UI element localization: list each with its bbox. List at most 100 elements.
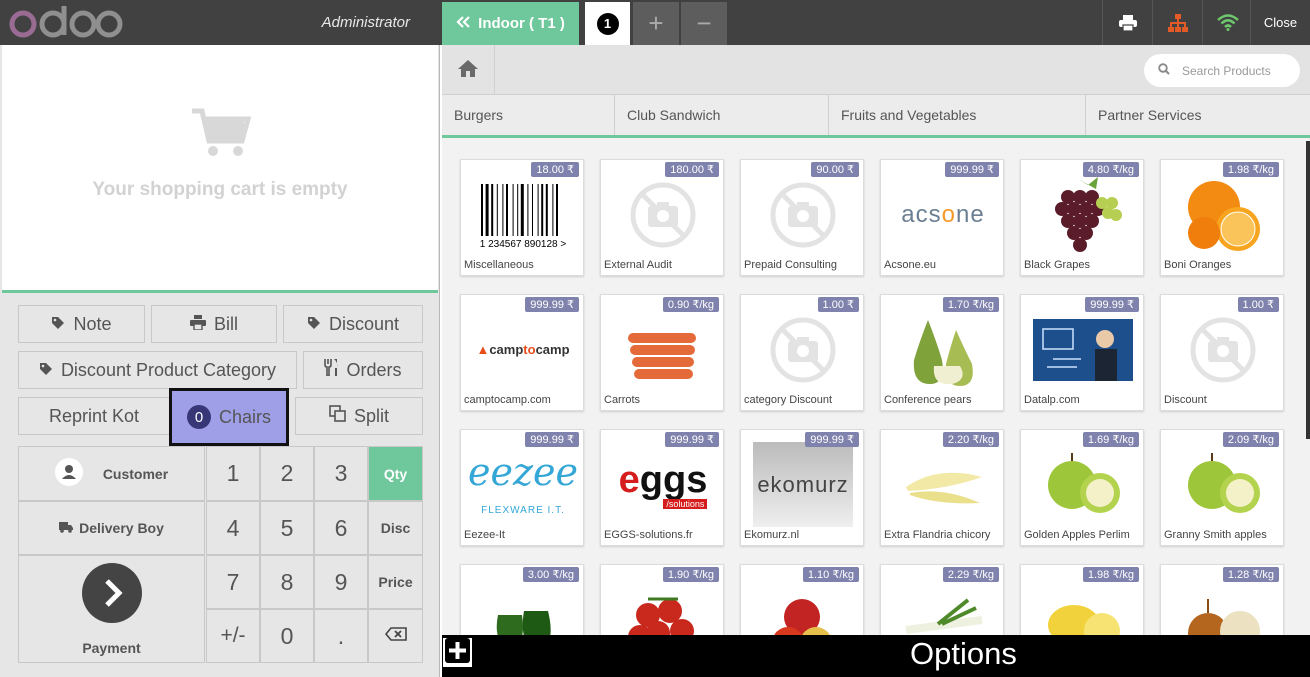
odoo-logo bbox=[8, 2, 123, 40]
product-price-tag: 0.90 ₹/kg bbox=[662, 297, 719, 312]
numpad-key-5[interactable]: 5 bbox=[260, 501, 314, 555]
discount-category-button[interactable]: Discount Product Category bbox=[18, 351, 297, 389]
numpad-key-dot[interactable]: . bbox=[314, 609, 368, 663]
product-card[interactable]: ▲camptocamp 999.99 ₹ camptocamp.com bbox=[460, 294, 584, 411]
product-card[interactable]: 1.70 ₹/kg Conference pears bbox=[880, 294, 1004, 411]
category-partner-services[interactable]: Partner Services bbox=[1086, 95, 1310, 135]
product-card[interactable]: ekomurz 999.99 ₹ Ekomurz.nl bbox=[740, 429, 864, 546]
split-icon bbox=[329, 405, 346, 427]
product-logo-text: ▲camptocamp bbox=[476, 342, 570, 357]
product-card[interactable]: 1.00 ₹ Discount bbox=[1160, 294, 1284, 411]
product-name: Discount bbox=[1164, 394, 1207, 406]
price-mode-button[interactable]: Price bbox=[368, 555, 423, 609]
numpad-key-4[interactable]: 4 bbox=[206, 501, 260, 555]
options-bar: Options bbox=[442, 635, 1310, 677]
product-image bbox=[604, 307, 722, 392]
discount-button[interactable]: Discount bbox=[283, 305, 423, 343]
product-card[interactable]: 90.00 ₹ Prepaid Consulting bbox=[740, 159, 864, 276]
customer-button[interactable]: Customer bbox=[18, 446, 205, 501]
printer-icon[interactable] bbox=[1102, 0, 1152, 45]
bill-button[interactable]: Bill bbox=[151, 305, 277, 343]
disc-mode-button[interactable]: Disc bbox=[368, 501, 423, 555]
product-card[interactable]: 1.69 ₹/kg Golden Apples Perlim bbox=[1020, 429, 1144, 546]
chairs-label: Chairs bbox=[218, 406, 271, 427]
product-card[interactable]: 3.00 ₹/kg bbox=[460, 564, 584, 635]
product-card[interactable]: 1.10 ₹/kg bbox=[740, 564, 864, 635]
user-icon bbox=[54, 458, 83, 489]
product-card[interactable]: 1.00 ₹ category Discount bbox=[740, 294, 864, 411]
split-button[interactable]: Split bbox=[295, 397, 423, 435]
plus-icon bbox=[445, 637, 470, 668]
product-card[interactable]: 2.09 ₹/kg Granny Smith apples bbox=[1160, 429, 1284, 546]
product-card[interactable]: 1.90 ₹/kg bbox=[600, 564, 724, 635]
product-card[interactable]: 1 234567 890128 > 18.00 ₹ Miscellaneous bbox=[460, 159, 584, 276]
product-image: 1 234567 890128 > bbox=[464, 172, 582, 257]
barcode-caption: 1 234567 890128 > bbox=[479, 238, 567, 250]
product-card[interactable]: 0.90 ₹/kg Carrots bbox=[600, 294, 724, 411]
numpad-key-6[interactable]: 6 bbox=[314, 501, 368, 555]
category-burgers[interactable]: Burgers bbox=[442, 95, 615, 135]
search-field[interactable]: Search Products bbox=[1144, 54, 1300, 87]
product-price-tag: 2.09 ₹/kg bbox=[1222, 432, 1279, 447]
product-card[interactable]: 4.80 ₹/kg Black Grapes bbox=[1020, 159, 1144, 276]
qty-mode-button[interactable]: Qty bbox=[368, 446, 423, 501]
product-grid: 1 234567 890128 > 18.00 ₹ Miscellaneous 180… bbox=[442, 141, 1304, 635]
product-image: acsone bbox=[884, 172, 1002, 257]
product-card[interactable]: 2.29 ₹/kg bbox=[880, 564, 1004, 635]
order-tab[interactable]: 1 bbox=[585, 2, 630, 45]
home-button[interactable] bbox=[442, 45, 495, 95]
product-image: ekomurz bbox=[744, 442, 862, 527]
backspace-button[interactable] bbox=[368, 609, 423, 663]
product-name: EGGS-solutions.fr bbox=[604, 529, 693, 541]
current-order-button[interactable]: Indoor ( T1 ) bbox=[442, 2, 579, 45]
numpad-key-3[interactable]: 3 bbox=[314, 446, 368, 501]
orders-button[interactable]: Orders bbox=[303, 351, 423, 389]
product-price-tag: 999.99 ₹ bbox=[525, 432, 579, 447]
category-club-sandwich[interactable]: Club Sandwich bbox=[615, 95, 829, 135]
orders-label: Orders bbox=[346, 359, 402, 380]
product-card[interactable]: 1.98 ₹/kg Boni Oranges bbox=[1160, 159, 1284, 276]
tag-icon bbox=[39, 360, 53, 381]
reprint-kot-button[interactable]: Reprint Kot bbox=[18, 397, 170, 435]
chairs-button[interactable]: 0 Chairs bbox=[169, 388, 289, 446]
numpad-key-2[interactable]: 2 bbox=[260, 446, 314, 501]
reprint-kot-label: Reprint Kot bbox=[48, 405, 140, 426]
double-chevron-left-icon bbox=[456, 15, 470, 32]
order-cart: Your shopping cart is empty bbox=[2, 45, 438, 293]
sitemap-icon[interactable] bbox=[1152, 0, 1202, 45]
delivery-boy-button[interactable]: Delivery Boy bbox=[18, 501, 205, 555]
backspace-icon bbox=[384, 626, 407, 646]
plus-button[interactable] bbox=[442, 637, 473, 668]
numpad-key-8[interactable]: 8 bbox=[260, 555, 314, 609]
add-order-button[interactable]: + bbox=[633, 2, 679, 45]
product-card[interactable]: eezee FLEXWARE I.T. 999.99 ₹ Eezee-It bbox=[460, 429, 584, 546]
product-price-tag: 1.70 ₹/kg bbox=[942, 297, 999, 312]
printer-icon bbox=[189, 314, 206, 335]
numpad-key-0[interactable]: 0 bbox=[260, 609, 314, 663]
note-button[interactable]: Note bbox=[18, 305, 145, 343]
product-name: Carrots bbox=[604, 394, 641, 406]
options-label[interactable]: Options bbox=[910, 636, 1017, 672]
product-price-tag: 999.99 ₹ bbox=[945, 162, 999, 177]
product-image bbox=[1164, 307, 1282, 392]
product-image bbox=[1024, 172, 1142, 257]
product-card[interactable]: 999.99 ₹ Datalp.com bbox=[1020, 294, 1144, 411]
product-price-tag: 1.00 ₹ bbox=[1237, 297, 1279, 312]
payment-button[interactable]: Payment bbox=[18, 555, 205, 663]
product-card[interactable]: eggs/solutions 999.99 ₹ EGGS-solutions.fr bbox=[600, 429, 724, 546]
product-name: External Audit bbox=[604, 259, 672, 271]
product-card[interactable]: 2.20 ₹/kg Extra Flandria chicory bbox=[880, 429, 1004, 546]
product-card[interactable]: 180.00 ₹ External Audit bbox=[600, 159, 724, 276]
numpad-key-9[interactable]: 9 bbox=[314, 555, 368, 609]
numpad-key-sign[interactable]: +/- bbox=[206, 609, 260, 663]
delete-order-button[interactable]: − bbox=[681, 2, 727, 45]
product-card[interactable]: 1.28 ₹/kg bbox=[1160, 564, 1284, 635]
category-fruits-vegetables[interactable]: Fruits and Vegetables bbox=[829, 95, 1086, 135]
product-card[interactable]: acsone 999.99 ₹ Acsone.eu bbox=[880, 159, 1004, 276]
numpad-key-1[interactable]: 1 bbox=[206, 446, 260, 501]
product-scrollbar[interactable] bbox=[1306, 141, 1310, 439]
numpad-key-7[interactable]: 7 bbox=[206, 555, 260, 609]
close-button[interactable]: Close bbox=[1250, 0, 1310, 45]
product-name: Prepaid Consulting bbox=[744, 259, 837, 271]
product-card[interactable]: 1.98 ₹/kg bbox=[1020, 564, 1144, 635]
